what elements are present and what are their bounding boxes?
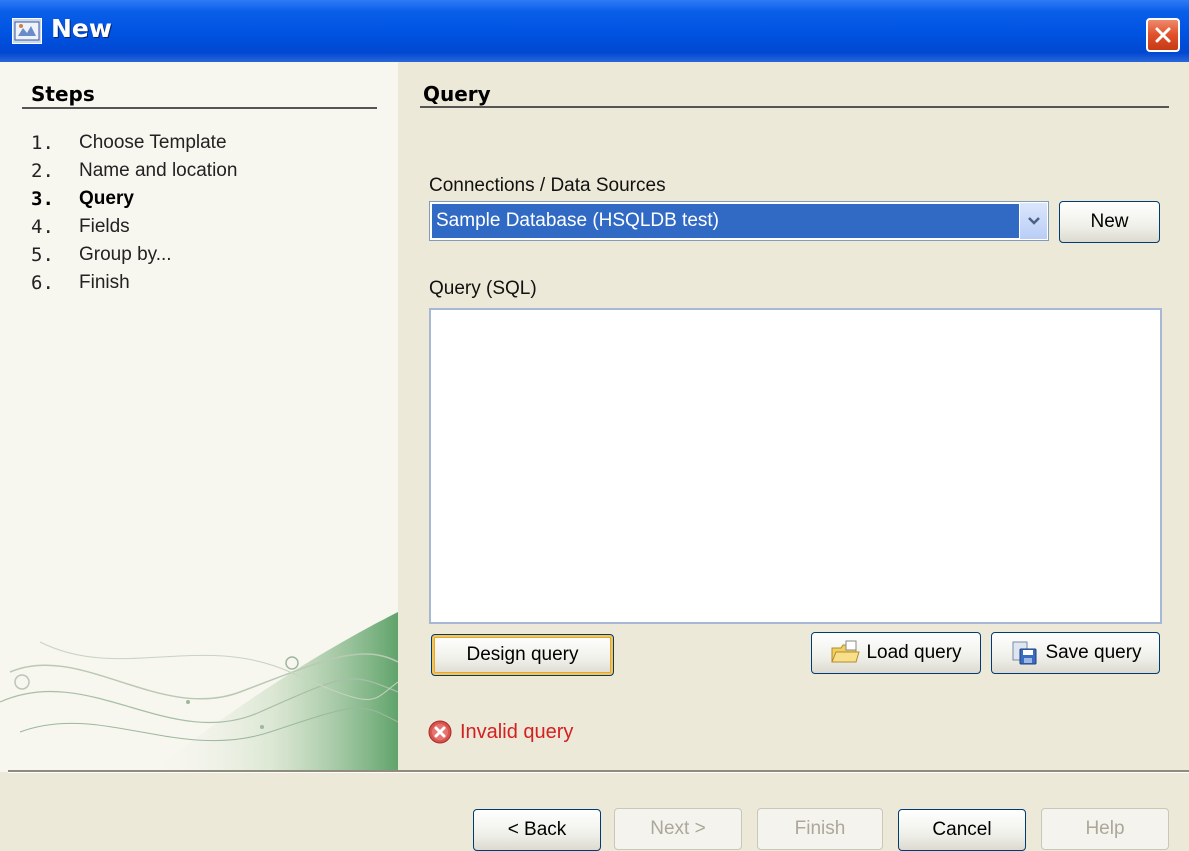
decorative-swirl-graphic [0,612,398,772]
step-number: 5. [31,244,54,266]
steps-list: 1. Choose Template 2. Name and location 3.… [31,132,237,300]
step-number: 2. [31,160,54,182]
save-query-button[interactable]: Save query [991,632,1160,674]
load-query-label: Load query [866,642,962,663]
design-query-button[interactable]: Design query [431,634,614,676]
sql-query-textarea[interactable] [429,308,1162,624]
step-label: Choose Template [79,132,227,153]
error-icon [428,720,452,744]
back-button[interactable]: < Back [473,809,601,851]
close-icon [1155,27,1171,43]
connection-select[interactable]: Sample Database (HSQLDB test) [429,201,1049,241]
next-button[interactable]: Next > [614,808,742,850]
save-icon [1009,640,1039,666]
section-heading: Query [423,82,491,106]
connections-label: Connections / Data Sources [429,175,666,196]
step-number: 1. [31,132,54,154]
save-query-label: Save query [1045,642,1142,663]
step-number: 6. [31,272,54,294]
load-query-button[interactable]: Load query [811,632,981,674]
folder-open-icon [830,640,861,666]
status-message: Invalid query [460,720,574,743]
steps-panel: Steps 1. Choose Template 2. Name and locat… [0,62,398,772]
close-button[interactable] [1146,18,1180,52]
new-connection-button[interactable]: New [1059,201,1160,243]
step-item: 1. Choose Template [31,132,237,160]
step-number: 4. [31,216,54,238]
step-item: 2. Name and location [31,160,237,188]
step-label: Query [79,188,134,209]
connection-select-value: Sample Database (HSQLDB test) [432,204,1030,238]
step-item: 4. Fields [31,216,237,244]
step-label: Name and location [79,160,238,181]
sql-label: Query (SQL) [429,278,537,299]
window-title: New [51,14,112,43]
step-item-current: 3. Query [31,188,237,216]
step-item: 5. Group by... [31,244,237,272]
title-bar[interactable]: New [0,0,1189,62]
chevron-down-icon [1028,217,1040,225]
dropdown-button[interactable] [1019,203,1047,239]
section-divider [420,106,1169,108]
step-label: Group by... [79,244,172,265]
query-status: Invalid query [428,720,573,744]
step-label: Fields [79,216,130,237]
finish-button[interactable]: Finish [757,808,883,850]
step-item: 6. Finish [31,272,237,300]
step-label: Finish [79,272,130,293]
help-button[interactable]: Help [1041,808,1169,850]
cancel-button[interactable]: Cancel [898,809,1026,851]
step-number: 3. [31,188,54,210]
report-wizard-icon [12,18,42,44]
steps-divider [22,107,377,109]
steps-heading: Steps [31,82,95,106]
footer-separator [8,770,1189,773]
